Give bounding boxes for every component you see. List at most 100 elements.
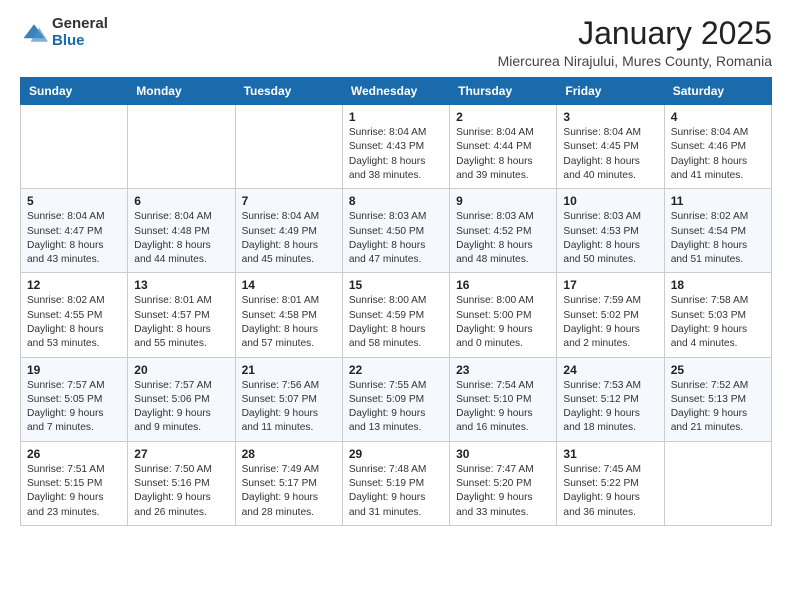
- table-row: 15Sunrise: 8:00 AM Sunset: 4:59 PM Dayli…: [342, 273, 449, 357]
- day-info: Sunrise: 7:58 AM Sunset: 5:03 PM Dayligh…: [671, 294, 765, 351]
- day-number: 16: [456, 278, 550, 292]
- table-row: 30 Sunrise: 7:47 AM Sunset: 5:20 PM Dayli…: [450, 441, 557, 525]
- day-info: Sunrise: 8:04 AM Sunset: 4:49 PM Dayligh…: [242, 210, 336, 267]
- table-row: 12Sunrise: 8:02 AM Sunset: 4:55 PM Dayli…: [21, 273, 128, 357]
- table-row: 6 Sunrise: 8:04 AM Sunset: 4:48 PM Daylig…: [128, 189, 235, 273]
- day-number: 6: [134, 194, 228, 208]
- table-row: 8 Sunrise: 8:03 AM Sunset: 4:50 PM Daylig…: [342, 189, 449, 273]
- day-number: 3: [563, 110, 657, 124]
- day-info: Sunrise: 8:00 AM Sunset: 4:59 PM Dayligh…: [349, 294, 443, 351]
- day-info: Sunrise: 7:51 AM Sunset: 5:15 PM Dayligh…: [27, 463, 121, 520]
- table-row: 29 Sunrise: 7:48 AM Sunset: 5:19 PM Dayli…: [342, 441, 449, 525]
- day-info: Sunrise: 8:00 AM Sunset: 5:00 PM Dayligh…: [456, 294, 550, 351]
- day-number: 30: [456, 447, 550, 461]
- calendar-header-row: Sunday Monday Tuesday Wednesday Thursday…: [21, 78, 772, 105]
- day-info: Sunrise: 7:45 AM Sunset: 5:22 PM Dayligh…: [563, 463, 657, 520]
- col-sunday: Sunday: [21, 78, 128, 105]
- day-number: 14: [242, 278, 336, 292]
- table-row: 16 Sunrise: 8:00 AM Sunset: 5:00 PM Dayli…: [450, 273, 557, 357]
- day-info: Sunrise: 8:01 AM Sunset: 4:58 PM Dayligh…: [242, 294, 336, 351]
- day-info: Sunrise: 7:48 AM Sunset: 5:19 PM Dayligh…: [349, 463, 443, 520]
- table-row: 21 Sunrise: 7:56 AM Sunset: 5:07 PM Dayli…: [235, 357, 342, 441]
- table-row: 2Sunrise: 8:04 AM Sunset: 4:44 PM Daylig…: [450, 105, 557, 189]
- day-number: 22: [349, 363, 443, 377]
- day-number: 20: [134, 363, 228, 377]
- calendar-week-row: 26Sunrise: 7:51 AM Sunset: 5:15 PM Dayli…: [21, 441, 772, 525]
- day-info: Sunrise: 7:55 AM Sunset: 5:09 PM Dayligh…: [349, 379, 443, 436]
- day-number: 13: [134, 278, 228, 292]
- day-number: 27: [134, 447, 228, 461]
- table-row: 9 Sunrise: 8:03 AM Sunset: 4:52 PM Daylig…: [450, 189, 557, 273]
- col-friday: Friday: [557, 78, 664, 105]
- day-info: Sunrise: 8:04 AM Sunset: 4:46 PM Dayligh…: [671, 126, 765, 183]
- calendar-week-row: 1 Sunrise: 8:04 AM Sunset: 4:43 PM Daylig…: [21, 105, 772, 189]
- table-row: 24 Sunrise: 7:53 AM Sunset: 5:12 PM Dayli…: [557, 357, 664, 441]
- col-wednesday: Wednesday: [342, 78, 449, 105]
- table-row: 23 Sunrise: 7:54 AM Sunset: 5:10 PM Dayli…: [450, 357, 557, 441]
- table-row: [128, 105, 235, 189]
- day-number: 5: [27, 194, 121, 208]
- table-row: 7Sunrise: 8:04 AM Sunset: 4:49 PM Daylig…: [235, 189, 342, 273]
- day-info: Sunrise: 7:54 AM Sunset: 5:10 PM Dayligh…: [456, 379, 550, 436]
- day-number: 29: [349, 447, 443, 461]
- table-row: 1 Sunrise: 8:04 AM Sunset: 4:43 PM Daylig…: [342, 105, 449, 189]
- day-info: Sunrise: 8:04 AM Sunset: 4:44 PM Dayligh…: [456, 126, 550, 183]
- day-info: Sunrise: 7:56 AM Sunset: 5:07 PM Dayligh…: [242, 379, 336, 436]
- day-number: 10: [563, 194, 657, 208]
- table-row: 28Sunrise: 7:49 AM Sunset: 5:17 PM Dayli…: [235, 441, 342, 525]
- table-row: 18 Sunrise: 7:58 AM Sunset: 5:03 PM Dayli…: [664, 273, 771, 357]
- day-info: Sunrise: 8:04 AM Sunset: 4:47 PM Dayligh…: [27, 210, 121, 267]
- day-info: Sunrise: 7:47 AM Sunset: 5:20 PM Dayligh…: [456, 463, 550, 520]
- title-block: January 2025 Miercurea Nirajului, Mures …: [498, 16, 772, 69]
- day-info: Sunrise: 7:52 AM Sunset: 5:13 PM Dayligh…: [671, 379, 765, 436]
- day-info: Sunrise: 7:50 AM Sunset: 5:16 PM Dayligh…: [134, 463, 228, 520]
- table-row: 19Sunrise: 7:57 AM Sunset: 5:05 PM Dayli…: [21, 357, 128, 441]
- day-info: Sunrise: 7:59 AM Sunset: 5:02 PM Dayligh…: [563, 294, 657, 351]
- table-row: 14 Sunrise: 8:01 AM Sunset: 4:58 PM Dayli…: [235, 273, 342, 357]
- day-number: 21: [242, 363, 336, 377]
- location-title: Miercurea Nirajului, Mures County, Roman…: [498, 53, 772, 69]
- day-info: Sunrise: 8:03 AM Sunset: 4:53 PM Dayligh…: [563, 210, 657, 267]
- table-row: 10 Sunrise: 8:03 AM Sunset: 4:53 PM Dayli…: [557, 189, 664, 273]
- table-row: 25Sunrise: 7:52 AM Sunset: 5:13 PM Dayli…: [664, 357, 771, 441]
- table-row: [664, 441, 771, 525]
- day-number: 19: [27, 363, 121, 377]
- day-info: Sunrise: 8:02 AM Sunset: 4:54 PM Dayligh…: [671, 210, 765, 267]
- day-number: 28: [242, 447, 336, 461]
- header: General Blue January 2025 Miercurea Nira…: [20, 16, 772, 69]
- table-row: 26Sunrise: 7:51 AM Sunset: 5:15 PM Dayli…: [21, 441, 128, 525]
- table-row: 3 Sunrise: 8:04 AM Sunset: 4:45 PM Daylig…: [557, 105, 664, 189]
- day-number: 9: [456, 194, 550, 208]
- table-row: 31Sunrise: 7:45 AM Sunset: 5:22 PM Dayli…: [557, 441, 664, 525]
- table-row: 20 Sunrise: 7:57 AM Sunset: 5:06 PM Dayli…: [128, 357, 235, 441]
- day-info: Sunrise: 8:02 AM Sunset: 4:55 PM Dayligh…: [27, 294, 121, 351]
- calendar-week-row: 5 Sunrise: 8:04 AM Sunset: 4:47 PM Daylig…: [21, 189, 772, 273]
- day-info: Sunrise: 7:57 AM Sunset: 5:06 PM Dayligh…: [134, 379, 228, 436]
- logo-blue-text: Blue: [52, 33, 108, 50]
- day-info: Sunrise: 7:53 AM Sunset: 5:12 PM Dayligh…: [563, 379, 657, 436]
- day-number: 23: [456, 363, 550, 377]
- day-number: 24: [563, 363, 657, 377]
- day-info: Sunrise: 8:04 AM Sunset: 4:48 PM Dayligh…: [134, 210, 228, 267]
- logo-general-text: General: [52, 16, 108, 33]
- logo-text: General Blue: [52, 16, 108, 49]
- day-number: 17: [563, 278, 657, 292]
- calendar-week-row: 12Sunrise: 8:02 AM Sunset: 4:55 PM Dayli…: [21, 273, 772, 357]
- day-info: Sunrise: 8:04 AM Sunset: 4:45 PM Dayligh…: [563, 126, 657, 183]
- day-info: Sunrise: 8:03 AM Sunset: 4:52 PM Dayligh…: [456, 210, 550, 267]
- day-info: Sunrise: 8:04 AM Sunset: 4:43 PM Dayligh…: [349, 126, 443, 183]
- day-number: 1: [349, 110, 443, 124]
- calendar-week-row: 19Sunrise: 7:57 AM Sunset: 5:05 PM Dayli…: [21, 357, 772, 441]
- table-row: 11 Sunrise: 8:02 AM Sunset: 4:54 PM Dayli…: [664, 189, 771, 273]
- day-number: 8: [349, 194, 443, 208]
- table-row: [235, 105, 342, 189]
- day-number: 18: [671, 278, 765, 292]
- logo-icon: [20, 19, 48, 47]
- calendar: Sunday Monday Tuesday Wednesday Thursday…: [20, 77, 772, 526]
- col-saturday: Saturday: [664, 78, 771, 105]
- day-info: Sunrise: 8:03 AM Sunset: 4:50 PM Dayligh…: [349, 210, 443, 267]
- table-row: 5 Sunrise: 8:04 AM Sunset: 4:47 PM Daylig…: [21, 189, 128, 273]
- table-row: 17 Sunrise: 7:59 AM Sunset: 5:02 PM Dayli…: [557, 273, 664, 357]
- day-number: 11: [671, 194, 765, 208]
- month-title: January 2025: [498, 16, 772, 51]
